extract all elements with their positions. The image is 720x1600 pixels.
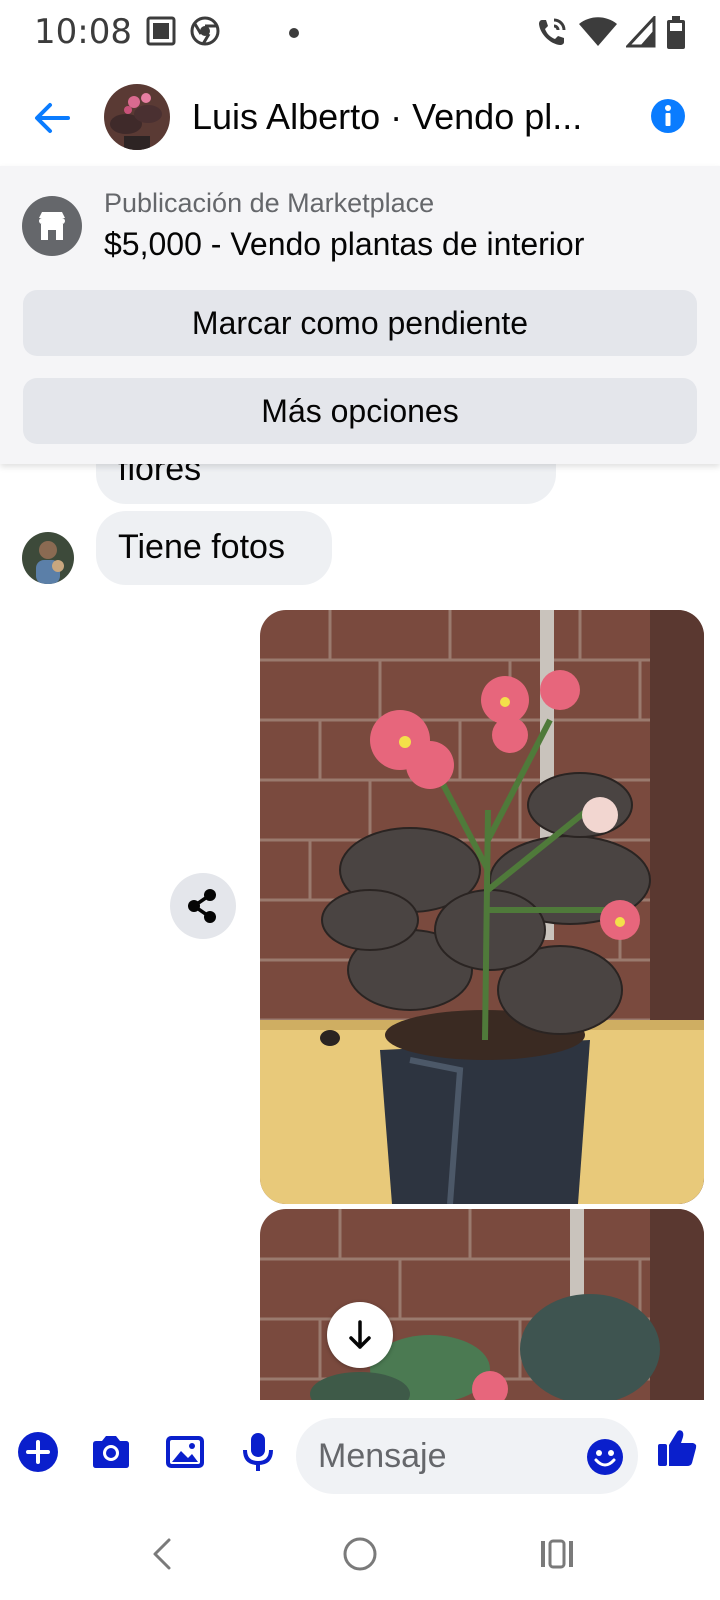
share-button[interactable] (170, 873, 236, 939)
conversation-title[interactable]: Luis Alberto · Vendo pl... (192, 96, 582, 138)
listing-avatar[interactable] (104, 84, 170, 150)
cell-signal-icon (626, 16, 656, 48)
emoji-icon[interactable] (586, 1438, 624, 1476)
more-options-button[interactable]: Más opciones (23, 378, 697, 444)
arrow-down-icon (349, 1320, 371, 1349)
wifi-icon (579, 17, 617, 46)
nav-recents-icon[interactable] (535, 1532, 579, 1576)
listing-source-label: Publicación de Marketplace (104, 188, 435, 218)
battery-icon (667, 16, 685, 49)
scroll-to-bottom-button[interactable] (327, 1302, 393, 1368)
plant-thumbnail-image (104, 84, 170, 150)
message-input[interactable]: Mensaje (296, 1418, 638, 1494)
message-text: Tiene fotos (118, 528, 285, 566)
marketplace-shop-icon (22, 196, 82, 256)
notification-dot-icon (289, 28, 299, 38)
thumbs-up-icon[interactable] (655, 1426, 699, 1470)
gallery-icon[interactable] (163, 1430, 207, 1474)
message-placeholder: Mensaje (318, 1437, 447, 1475)
nav-home-icon[interactable] (338, 1532, 382, 1576)
system-navigation-bar (0, 1510, 720, 1600)
shared-photo[interactable] (260, 610, 704, 1204)
info-icon[interactable] (650, 98, 686, 134)
microphone-icon[interactable] (236, 1430, 280, 1474)
share-icon (188, 889, 216, 923)
mark-pending-button[interactable]: Marcar como pendiente (23, 290, 697, 356)
camera-icon[interactable] (89, 1430, 133, 1474)
nav-back-icon[interactable] (141, 1532, 185, 1576)
conversation-header: Luis Alberto · Vendo pl... (0, 66, 720, 166)
message-composer: Mensaje (0, 1400, 720, 1510)
status-bar: 10:08 (0, 0, 720, 66)
sender-photo-image (22, 532, 74, 584)
chrome-icon (190, 16, 220, 46)
sender-avatar[interactable] (22, 532, 74, 584)
wifi-calling-icon (539, 18, 566, 45)
message-bubble[interactable]: Tiene fotos (96, 511, 332, 585)
marketplace-listing-panel: Publicación de Marketplace $5,000 - Vend… (0, 166, 720, 464)
begonia-plant-image (260, 610, 704, 1204)
status-time: 10:08 (34, 12, 132, 52)
listing-title[interactable]: $5,000 - Vendo plantas de interior (104, 226, 584, 263)
screenshot-notification-icon (146, 16, 176, 46)
plus-icon[interactable] (16, 1430, 60, 1474)
back-arrow-icon[interactable] (28, 94, 76, 142)
